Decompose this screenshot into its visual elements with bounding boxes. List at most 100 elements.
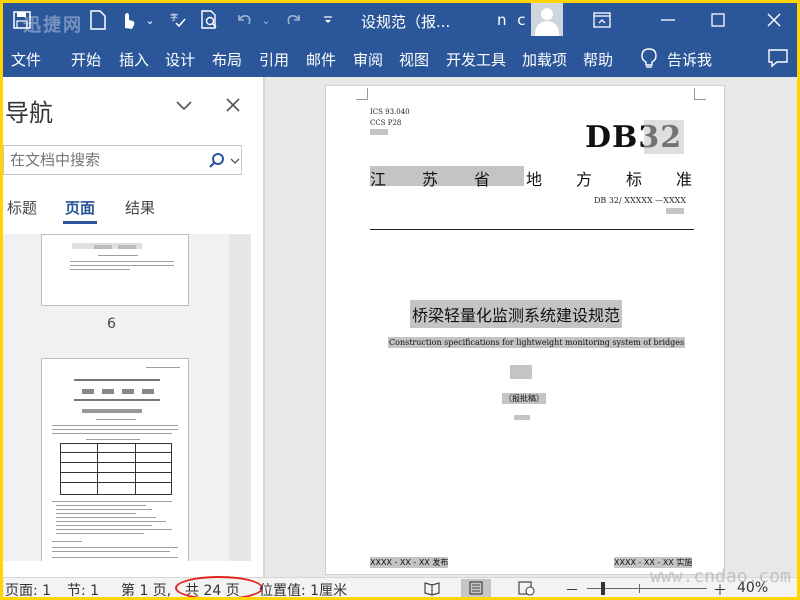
thumbnail-page-number: 6 bbox=[107, 316, 116, 332]
dropdown-icon[interactable]: ⌄ bbox=[137, 7, 163, 33]
thumb-line bbox=[52, 501, 172, 502]
thumb-table-row bbox=[61, 482, 171, 483]
tab-file[interactable]: 文件 bbox=[11, 49, 41, 70]
status-page[interactable]: 页面: 1 bbox=[5, 580, 51, 597]
read-mode-icon[interactable] bbox=[417, 579, 447, 597]
title-bar: 迅捷网 ⌄ 字 ⌄ 设规范（报... n c bbox=[3, 3, 797, 39]
search-icon[interactable] bbox=[208, 152, 226, 170]
redacted-block bbox=[514, 415, 530, 420]
new-doc-icon[interactable] bbox=[85, 7, 111, 33]
nav-pane-title: 导航 bbox=[5, 99, 53, 127]
spelling-icon[interactable]: 字 bbox=[165, 7, 191, 33]
thumb-figure-box bbox=[142, 389, 154, 394]
thumb-figure bbox=[74, 379, 160, 381]
thumb-table-row bbox=[61, 452, 171, 453]
thumb-line bbox=[98, 255, 138, 256]
red-highlight-circle bbox=[175, 576, 263, 597]
thumb-line bbox=[56, 521, 166, 522]
thumb-figure-box bbox=[94, 245, 112, 249]
redo-icon[interactable] bbox=[281, 7, 307, 33]
tab-insert[interactable]: 插入 bbox=[119, 49, 149, 70]
province-char: 地 bbox=[526, 170, 543, 189]
province-char: 准 bbox=[676, 170, 693, 189]
ribbon-display-options-icon[interactable] bbox=[579, 3, 625, 36]
thumb-figure-box bbox=[118, 245, 136, 249]
tab-developer[interactable]: 开发工具 bbox=[446, 49, 506, 70]
print-preview-icon[interactable] bbox=[197, 7, 223, 33]
tab-addins[interactable]: 加载项 bbox=[522, 49, 567, 70]
thumb-figure-box bbox=[82, 389, 94, 394]
publish-date: XXXX - XX - XX 发布 bbox=[370, 557, 449, 568]
thumb-line bbox=[146, 367, 180, 368]
thumb-figure-box bbox=[122, 389, 134, 394]
search-box bbox=[3, 145, 242, 175]
thumb-line bbox=[52, 433, 172, 434]
tab-mailings[interactable]: 邮件 bbox=[306, 49, 336, 70]
ribbon-tabs: 文件 开始 插入 设计 布局 引用 邮件 审阅 视图 开发工具 加载项 帮助 告… bbox=[3, 39, 797, 77]
close-button[interactable] bbox=[751, 3, 797, 36]
undo-dropdown-icon[interactable]: ⌄ bbox=[253, 7, 279, 33]
status-section[interactable]: 节: 1 bbox=[67, 580, 99, 597]
zoom-slider-center-tick bbox=[639, 584, 640, 593]
zoom-slider-track[interactable] bbox=[587, 588, 707, 589]
highlight-block bbox=[370, 166, 524, 186]
thumb-line bbox=[56, 513, 136, 514]
comments-icon[interactable] bbox=[767, 48, 789, 68]
document-title-cn: 桥梁轻量化监测系统建设规范 bbox=[410, 300, 623, 328]
redacted-block bbox=[370, 129, 388, 135]
thumbnails-scrollbar[interactable] bbox=[229, 234, 251, 561]
user-name[interactable]: n c bbox=[497, 11, 529, 29]
tab-layout[interactable]: 布局 bbox=[212, 49, 242, 70]
page-thumbnail-6[interactable] bbox=[41, 234, 189, 306]
document-title: 设规范（报... bbox=[361, 13, 451, 31]
tell-me-search[interactable]: 告诉我 bbox=[667, 49, 712, 70]
word-window: 迅捷网 ⌄ 字 ⌄ 设规范（报... n c 文件 开始 插入 设计 布局 引用… bbox=[3, 3, 797, 597]
tab-view[interactable]: 视图 bbox=[399, 49, 429, 70]
close-icon[interactable] bbox=[225, 97, 241, 113]
thumb-line bbox=[52, 551, 170, 552]
lightbulb-icon[interactable] bbox=[639, 47, 659, 69]
status-position[interactable]: 位置值: 1厘米 bbox=[259, 580, 347, 597]
thumb-line bbox=[96, 419, 136, 420]
minimize-button[interactable] bbox=[645, 3, 691, 36]
navigation-pane: 导航 标题 页面 结果 6 bbox=[3, 77, 263, 577]
thumb-table-row bbox=[61, 462, 171, 463]
tab-help[interactable]: 帮助 bbox=[583, 49, 613, 70]
status-page-of[interactable]: 第 1 页, bbox=[121, 580, 171, 597]
chevron-down-icon[interactable] bbox=[175, 99, 193, 113]
document-page[interactable]: ICS 93.040 CCS P28 DB32 江 苏 省 地 方 标 准 DB… bbox=[325, 85, 725, 575]
print-layout-icon bbox=[469, 581, 483, 595]
margin-corner-mark bbox=[694, 88, 706, 100]
tab-home[interactable]: 开始 bbox=[71, 49, 101, 70]
tab-references[interactable]: 引用 bbox=[259, 49, 289, 70]
nav-tab-results[interactable]: 结果 bbox=[125, 197, 155, 218]
draft-label: （报批稿） bbox=[502, 393, 546, 404]
avatar[interactable] bbox=[531, 3, 563, 36]
tab-design[interactable]: 设计 bbox=[165, 49, 195, 70]
maximize-button[interactable] bbox=[695, 3, 741, 36]
svg-text:字: 字 bbox=[170, 12, 178, 22]
zoom-out-button[interactable]: － bbox=[565, 580, 579, 597]
thumb-line bbox=[56, 529, 172, 530]
standard-number: DB 32/ XXXXX —XXXX bbox=[594, 196, 687, 205]
print-layout-button[interactable] bbox=[461, 579, 491, 597]
web-layout-icon[interactable] bbox=[511, 579, 541, 597]
nav-tab-headings[interactable]: 标题 bbox=[7, 197, 37, 218]
margin-corner-mark bbox=[356, 88, 368, 100]
watermark-url: www.cndao.com bbox=[650, 566, 791, 587]
thumb-table bbox=[60, 443, 172, 495]
page-thumbnail-7[interactable] bbox=[41, 358, 189, 561]
nav-tab-pages[interactable]: 页面 bbox=[65, 197, 95, 218]
thumb-line bbox=[52, 557, 178, 558]
active-tab-indicator bbox=[63, 221, 97, 224]
zoom-slider-thumb[interactable] bbox=[601, 582, 605, 595]
customize-qat-icon[interactable] bbox=[315, 7, 341, 33]
thumb-figure-box bbox=[102, 389, 114, 394]
ics-code: ICS 93.040 bbox=[370, 108, 410, 116]
thumb-table-col bbox=[97, 444, 98, 494]
tab-review[interactable]: 审阅 bbox=[353, 49, 383, 70]
search-input[interactable] bbox=[10, 150, 200, 170]
document-scrollbar[interactable] bbox=[781, 77, 797, 577]
avatar-head bbox=[541, 8, 553, 20]
search-options-icon[interactable] bbox=[230, 156, 240, 166]
